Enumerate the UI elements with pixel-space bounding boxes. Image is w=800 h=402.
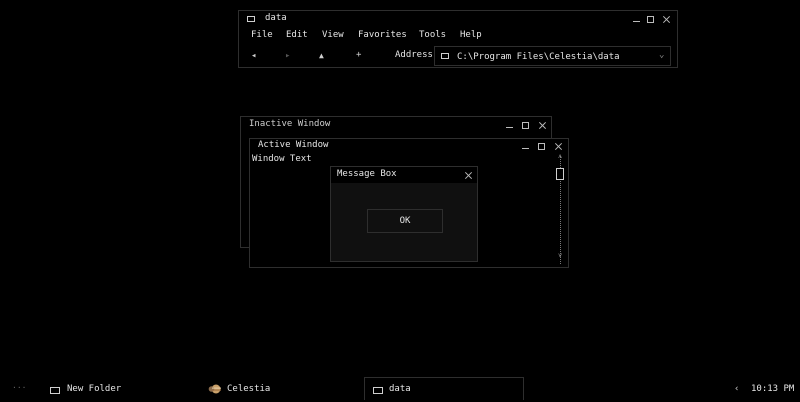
minimize-icon[interactable]	[522, 148, 529, 149]
folder-icon	[441, 53, 449, 59]
start-button[interactable]: ...	[12, 381, 26, 390]
message-box-title: Message Box	[337, 169, 397, 179]
scroll-thumb[interactable]	[556, 168, 564, 180]
address-field[interactable]: C:\Program Files\Celestia\data ⌄	[434, 46, 671, 66]
menu-tools[interactable]: Tools	[419, 30, 446, 40]
scroll-up-icon[interactable]: ˄	[558, 153, 562, 162]
folder-icon	[50, 387, 60, 394]
maximize-icon[interactable]	[647, 16, 654, 23]
close-icon[interactable]	[662, 15, 671, 24]
scroll-down-icon[interactable]: ˅	[558, 252, 562, 261]
window-icon	[373, 387, 383, 394]
message-box: Message Box OK	[330, 166, 478, 262]
window-title: data	[265, 13, 287, 23]
menu-view[interactable]: View	[322, 30, 344, 40]
ok-button[interactable]: OK	[367, 209, 443, 233]
forward-button[interactable]: ▸	[285, 51, 290, 61]
address-label: Address	[395, 50, 433, 60]
taskbar-item-label: Celestia	[227, 384, 271, 394]
menu-favorites[interactable]: Favorites	[358, 30, 407, 40]
vertical-scrollbar[interactable]: ˄ ˅	[556, 153, 566, 264]
clock: 10:13 PM	[751, 384, 795, 394]
taskbar-item-data[interactable]: data	[364, 377, 524, 400]
menu-help[interactable]: Help	[460, 30, 482, 40]
taskbar-item-label: New Folder	[67, 384, 122, 394]
address-value: C:\Program Files\Celestia\data	[457, 52, 620, 62]
close-icon[interactable]	[464, 171, 473, 180]
inactive-window-title: Inactive Window	[249, 119, 331, 129]
up-button[interactable]: ▲	[319, 51, 324, 60]
taskbar-item-label: data	[389, 384, 411, 394]
address-dropdown-icon[interactable]: ⌄	[659, 50, 664, 60]
menu-edit[interactable]: Edit	[286, 30, 308, 40]
tray-arrow-icon[interactable]: ‹	[734, 384, 739, 394]
window-text: Window Text	[252, 154, 312, 164]
back-button[interactable]: ◂	[251, 51, 256, 61]
minimize-icon[interactable]	[506, 127, 513, 128]
close-icon[interactable]	[554, 142, 563, 151]
menu-file[interactable]: File	[251, 30, 273, 40]
new-folder-button[interactable]: +	[356, 50, 361, 60]
active-window-title: Active Window	[258, 140, 329, 150]
window-icon	[247, 16, 255, 22]
celestia-icon	[208, 383, 222, 395]
maximize-icon[interactable]	[522, 122, 529, 129]
close-icon[interactable]	[538, 121, 547, 130]
ok-button-label: OK	[399, 216, 411, 226]
minimize-icon[interactable]	[633, 21, 640, 22]
maximize-icon[interactable]	[538, 143, 545, 150]
